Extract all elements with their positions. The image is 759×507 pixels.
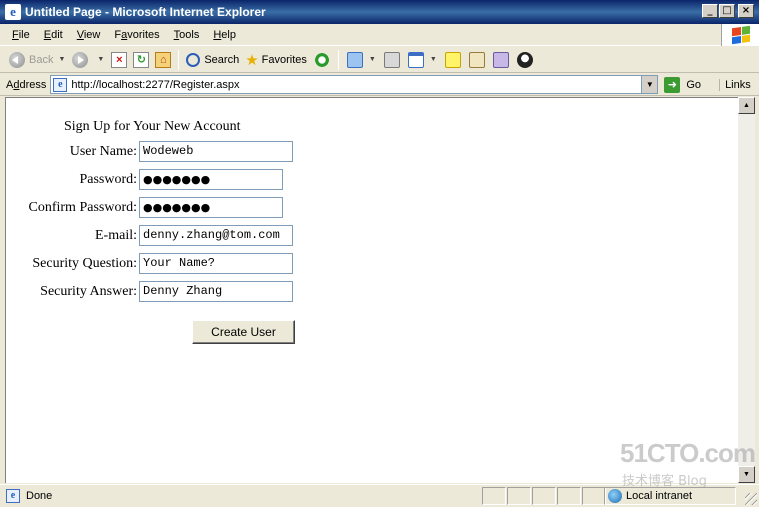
address-url[interactable]: http://localhost:2277/Register.aspx bbox=[71, 79, 239, 91]
maximize-button[interactable]: □ bbox=[719, 4, 735, 18]
globe-icon bbox=[608, 489, 622, 503]
scroll-up-icon[interactable]: ▲ bbox=[738, 97, 755, 114]
research-icon[interactable] bbox=[468, 51, 485, 68]
windows-logo-icon bbox=[721, 24, 759, 46]
address-label: Address bbox=[6, 79, 46, 91]
menu-favorites-rest: vorites bbox=[127, 28, 160, 41]
favorites-star-icon: ★ bbox=[245, 51, 259, 69]
mail-icon[interactable] bbox=[346, 51, 363, 68]
qq-penguin-icon[interactable] bbox=[516, 51, 533, 68]
menu-file[interactable]: File bbox=[5, 29, 37, 41]
home-icon[interactable]: ⌂ bbox=[155, 51, 172, 68]
page-icon: e bbox=[53, 77, 68, 92]
address-input[interactable]: e http://localhost:2277/Register.aspx ▼ bbox=[50, 75, 659, 94]
edit-dropdown-icon[interactable]: ▼ bbox=[430, 56, 437, 63]
menu-tools-rest: ools bbox=[179, 28, 200, 41]
minimize-button[interactable]: _ bbox=[702, 4, 718, 18]
refresh-icon[interactable]: ↻ bbox=[133, 51, 150, 68]
mail-dropdown-icon[interactable]: ▼ bbox=[369, 56, 376, 63]
window-controls: _ □ × bbox=[702, 4, 754, 18]
watermark-logo: 51CTO.com bbox=[620, 438, 756, 468]
security-zone[interactable]: Local intranet bbox=[604, 487, 736, 505]
zone-label: Local intranet bbox=[626, 490, 693, 502]
confirm-password-field[interactable]: ●●●●●●● bbox=[139, 197, 283, 218]
security-answer-label: Security Answer: bbox=[40, 284, 137, 299]
status-panel bbox=[557, 487, 581, 505]
print-icon[interactable] bbox=[383, 51, 400, 68]
forward-dropdown-icon[interactable]: ▼ bbox=[97, 56, 104, 63]
window-title: Untitled Page - Microsoft Internet Explo… bbox=[25, 5, 266, 19]
menu-favorites[interactable]: Favorites bbox=[107, 29, 166, 41]
resize-grip-icon[interactable] bbox=[745, 493, 757, 505]
menu-file-rest: ile bbox=[18, 28, 30, 41]
username-label: User Name: bbox=[69, 144, 137, 159]
back-arrow-icon bbox=[9, 51, 25, 68]
address-bar: Address e http://localhost:2277/Register… bbox=[0, 74, 759, 96]
create-user-button[interactable]: Create User bbox=[192, 320, 295, 344]
status-text: Done bbox=[26, 490, 53, 502]
vertical-scrollbar[interactable]: ▲ ▼ bbox=[738, 97, 755, 483]
register-form: Sign Up for Your New Account User Name: … bbox=[6, 98, 306, 358]
status-panels bbox=[482, 487, 607, 505]
page-content: Sign Up for Your New Account User Name: … bbox=[5, 97, 738, 483]
username-field[interactable]: Wodeweb bbox=[139, 141, 293, 162]
forward-button[interactable] bbox=[69, 49, 95, 71]
menu-edit-key: E bbox=[43, 28, 52, 41]
search-label: Search bbox=[204, 53, 240, 66]
menu-view-rest: iew bbox=[83, 28, 101, 41]
menu-edit[interactable]: Edit bbox=[37, 29, 70, 41]
page-status-icon: e bbox=[6, 489, 20, 503]
standard-toolbar: Back ▼ ▼ × ↻ ⌂ Search ★ Favorites ▼ ▼ bbox=[0, 47, 759, 73]
ie-app-icon[interactable]: e bbox=[5, 4, 21, 20]
go-label: Go bbox=[686, 78, 702, 91]
messenger-icon[interactable] bbox=[492, 51, 509, 68]
toolbar-separator-2 bbox=[337, 49, 339, 70]
confirm-password-label: Confirm Password: bbox=[28, 200, 138, 215]
form-labels: User Name: Password: Confirm Password: E… bbox=[6, 98, 138, 299]
menu-help[interactable]: Help bbox=[206, 29, 243, 41]
password-field[interactable]: ●●●●●●● bbox=[139, 169, 283, 190]
status-panel bbox=[532, 487, 556, 505]
email-field[interactable]: denny.zhang@tom.com bbox=[139, 225, 293, 246]
password-label: Password: bbox=[79, 172, 137, 187]
go-button[interactable]: ➜ Go bbox=[664, 76, 702, 93]
back-button[interactable]: Back bbox=[6, 49, 56, 71]
search-icon bbox=[186, 52, 201, 67]
toolbar-separator bbox=[178, 49, 180, 70]
menu-tools[interactable]: Tools bbox=[167, 29, 207, 41]
watermark-subtext: 技术博客 Blog bbox=[622, 474, 707, 489]
discuss-icon[interactable] bbox=[444, 51, 461, 68]
status-panel bbox=[507, 487, 531, 505]
menu-view[interactable]: View bbox=[70, 29, 108, 41]
links-button[interactable]: Links bbox=[719, 78, 751, 91]
favorites-label: Favorites bbox=[261, 53, 307, 66]
security-question-field[interactable]: Your Name? bbox=[139, 253, 293, 274]
edit-page-icon[interactable] bbox=[407, 51, 424, 68]
forward-arrow-icon bbox=[72, 51, 89, 68]
address-dropdown-icon[interactable]: ▼ bbox=[641, 76, 658, 93]
title-bar: e Untitled Page - Microsoft Internet Exp… bbox=[0, 0, 759, 24]
menu-view-key: V bbox=[76, 28, 84, 41]
favorites-button[interactable]: ★ Favorites bbox=[242, 49, 310, 71]
stop-icon[interactable]: × bbox=[111, 51, 128, 68]
email-label: E-mail: bbox=[95, 228, 137, 243]
address-label-rest: ress bbox=[25, 78, 47, 91]
close-button[interactable]: × bbox=[738, 4, 754, 18]
menu-help-rest: elp bbox=[221, 28, 236, 41]
security-question-label: Security Question: bbox=[32, 256, 137, 271]
menu-file-key: F bbox=[12, 28, 19, 41]
go-arrow-icon: ➜ bbox=[664, 76, 681, 93]
menu-bar: File Edit View Favorites Tools Help bbox=[0, 24, 759, 46]
back-dropdown-icon[interactable]: ▼ bbox=[58, 56, 65, 63]
history-icon[interactable] bbox=[313, 51, 330, 68]
search-button[interactable]: Search bbox=[183, 49, 242, 71]
security-answer-field[interactable]: Denny Zhang bbox=[139, 281, 293, 302]
back-label: Back bbox=[29, 53, 54, 66]
menu-edit-rest: dit bbox=[51, 28, 63, 41]
status-panel bbox=[582, 487, 606, 505]
status-panel bbox=[482, 487, 506, 505]
